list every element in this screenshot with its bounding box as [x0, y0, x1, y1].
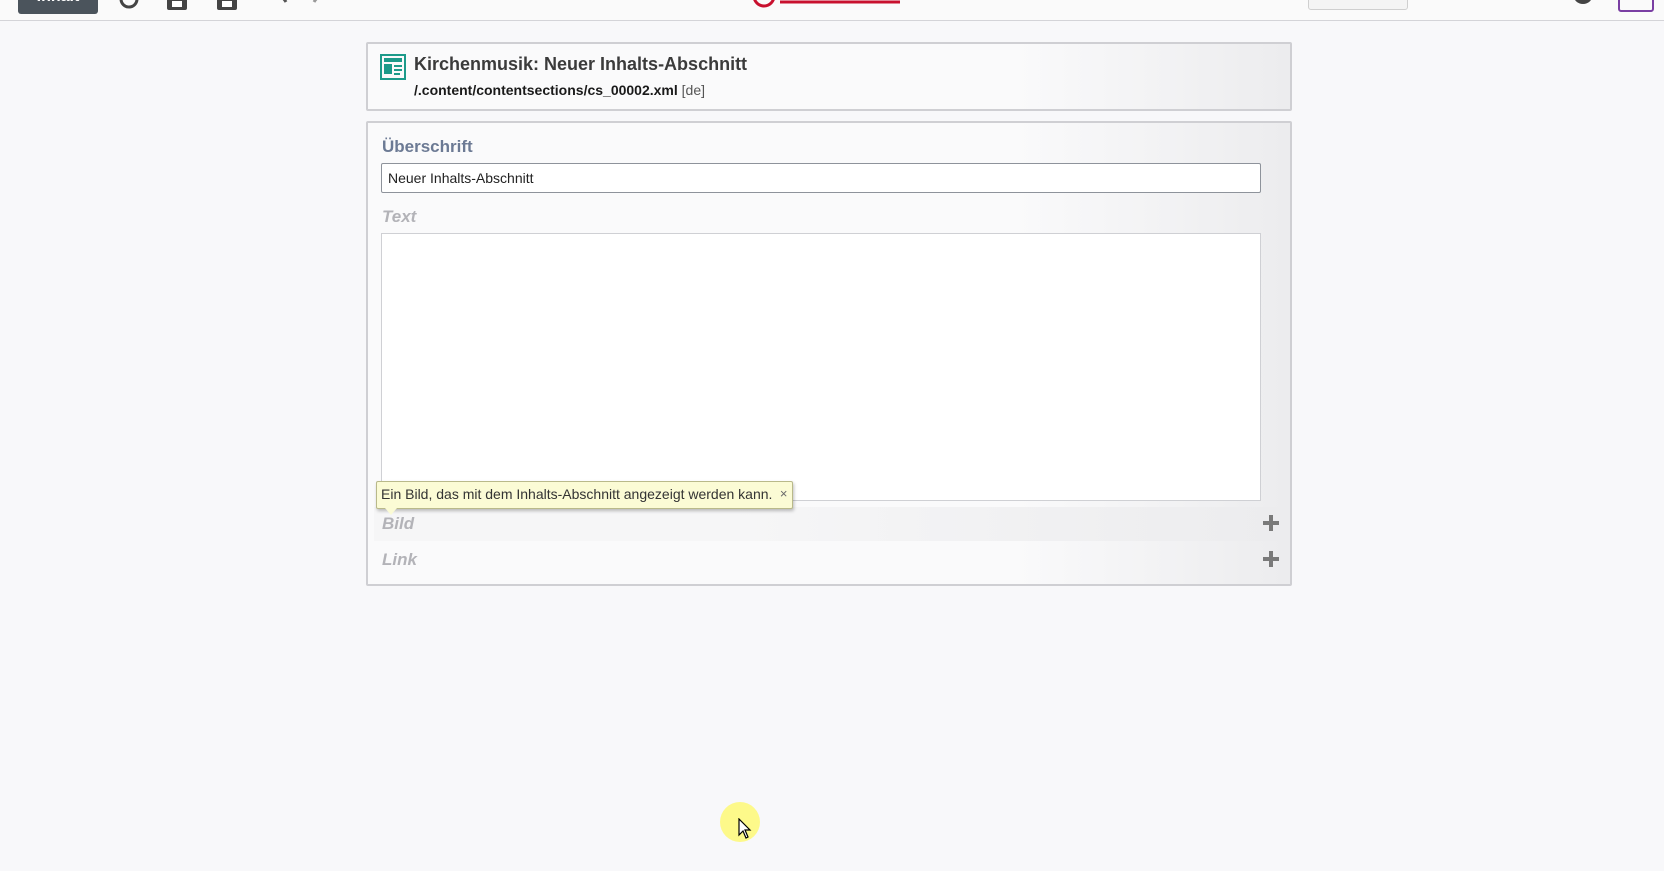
- heading-input[interactable]: Neuer Inhalts-Abschnitt: [381, 163, 1261, 193]
- redo-icon[interactable]: [308, 0, 334, 12]
- image-label: Bild: [382, 514, 415, 533]
- add-image-plus-icon[interactable]: [1262, 514, 1280, 532]
- link-field-row: Link: [374, 543, 1286, 577]
- resource-path: /.content/contentsections/cs_00002.xml […: [414, 82, 705, 98]
- content-section-icon: [380, 54, 406, 80]
- tooltip-tail: [385, 508, 397, 515]
- undo-icon[interactable]: [266, 0, 292, 12]
- search-box[interactable]: [1308, 0, 1408, 10]
- content-mode-button[interactable]: Inhalt: [18, 0, 98, 14]
- refresh-icon[interactable]: [116, 0, 142, 12]
- opencms-logo: [752, 0, 922, 14]
- tooltip-text: Ein Bild, das mit dem Inhalts-Abschnitt …: [381, 486, 773, 502]
- link-label: Link: [382, 550, 417, 569]
- resource-info-panel: Kirchenmusik: Neuer Inhalts-Abschnitt /.…: [366, 42, 1292, 111]
- chat-icon[interactable]: [1470, 0, 1496, 12]
- save-icon[interactable]: [214, 0, 240, 12]
- text-label: Text: [382, 207, 417, 226]
- top-toolbar: Inhalt: [0, 0, 1664, 21]
- locale-label: [de]: [681, 82, 706, 98]
- bell-icon[interactable]: [1426, 0, 1452, 12]
- user-icon[interactable]: [1570, 0, 1596, 12]
- text-editor[interactable]: [381, 233, 1261, 501]
- help-tooltip: Ein Bild, das mit dem Inhalts-Abschnitt …: [376, 481, 794, 515]
- page-title: Kirchenmusik: Neuer Inhalts-Abschnitt: [414, 54, 748, 74]
- content-form-panel: Überschrift Neuer Inhalts-Abschnitt Text…: [366, 121, 1292, 586]
- apps-icon[interactable]: [1618, 0, 1654, 12]
- add-link-plus-icon[interactable]: [1262, 550, 1280, 568]
- heading-label: Überschrift: [382, 137, 473, 156]
- resource-path-value: /.content/contentsections/cs_00002.xml: [414, 82, 678, 98]
- save-exit-icon[interactable]: [164, 0, 190, 12]
- mouse-pointer-icon: [738, 817, 752, 840]
- publish-icon[interactable]: [1520, 0, 1546, 12]
- image-field-row: Bild: [374, 507, 1286, 541]
- tooltip-close-icon[interactable]: ×: [780, 482, 788, 506]
